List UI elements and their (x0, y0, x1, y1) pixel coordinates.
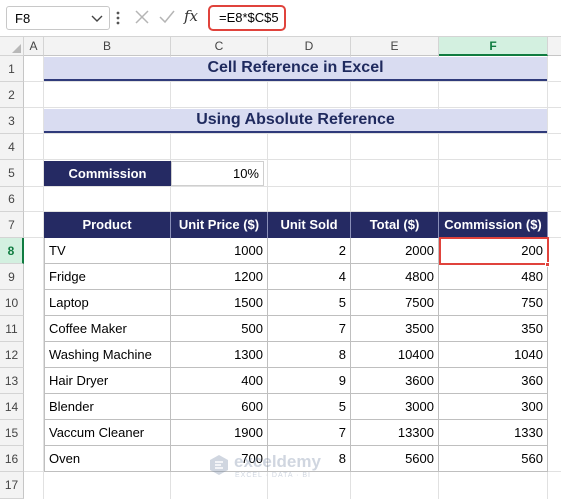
table-cell-unit-sold[interactable]: 7 (268, 420, 351, 446)
worksheet-grid[interactable]: A B C D E F 1 2 3 4 5 6 7 8 9 10 11 12 1… (0, 37, 561, 499)
column-header-a[interactable]: A (24, 37, 44, 56)
table-cell-unit-sold[interactable]: 5 (268, 290, 351, 316)
watermark-tagline: EXCEL · DATA · BI (235, 472, 311, 479)
table-cell-product[interactable]: Vaccum Cleaner (44, 420, 171, 446)
select-all-triangle-icon (12, 44, 21, 53)
gridline (24, 159, 561, 160)
insert-function-icon[interactable]: fx (184, 7, 198, 25)
table-cell-product[interactable]: Hair Dryer (44, 368, 171, 394)
table-header-total[interactable]: Total ($) (351, 212, 439, 238)
table-cell-unit-price[interactable]: 1300 (171, 342, 268, 368)
table-header-product[interactable]: Product (44, 212, 171, 238)
row-header-5[interactable]: 5 (0, 160, 24, 187)
row-header-17[interactable]: 17 (0, 472, 24, 499)
column-header-c[interactable]: C (171, 37, 268, 56)
formula-input[interactable]: =E8*$C$5 (208, 5, 286, 31)
table-cell-product[interactable]: TV (44, 238, 171, 264)
table-cell-unit-price[interactable]: 600 (171, 394, 268, 420)
table-cell-product[interactable]: Oven (44, 446, 171, 472)
cancel-icon[interactable] (134, 9, 150, 25)
table-cell-total[interactable]: 3500 (351, 316, 439, 342)
row-header-14[interactable]: 14 (0, 394, 24, 420)
enter-check-icon[interactable] (158, 9, 176, 25)
column-header-g[interactable] (548, 37, 561, 56)
table-cell-commission[interactable]: 480 (439, 264, 548, 290)
table-cell-unit-price[interactable]: 500 (171, 316, 268, 342)
table-cell-unit-sold[interactable]: 2 (268, 238, 351, 264)
table-cell-total[interactable]: 2000 (351, 238, 439, 264)
row-header-2[interactable]: 2 (0, 82, 24, 108)
table-cell-product[interactable]: Fridge (44, 264, 171, 290)
sheet-title[interactable]: Cell Reference in Excel (44, 57, 547, 81)
column-header-e[interactable]: E (351, 37, 439, 56)
row-header-6[interactable]: 6 (0, 187, 24, 212)
table-cell-total[interactable]: 3600 (351, 368, 439, 394)
table-header-unit-sold[interactable]: Unit Sold (268, 212, 351, 238)
table-cell-commission[interactable]: 560 (439, 446, 548, 472)
row-header-16[interactable]: 16 (0, 446, 24, 472)
table-cell-total[interactable]: 13300 (351, 420, 439, 446)
table-cell-commission[interactable]: 200 (439, 238, 548, 264)
select-all-button[interactable] (0, 37, 24, 56)
column-header-f[interactable]: F (439, 37, 548, 56)
gridline (24, 81, 561, 82)
name-box[interactable]: F8 (6, 6, 110, 30)
row-header-10[interactable]: 10 (0, 290, 24, 316)
chevron-down-icon[interactable] (91, 11, 103, 25)
table-cell-unit-price[interactable]: 400 (171, 368, 268, 394)
watermark-name: exceldemy (234, 452, 321, 471)
table-cell-product[interactable]: Laptop (44, 290, 171, 316)
table-cell-commission[interactable]: 300 (439, 394, 548, 420)
watermark: exceldemy EXCEL · DATA · BI (208, 450, 368, 486)
table-cell-product[interactable]: Blender (44, 394, 171, 420)
table-cell-commission[interactable]: 360 (439, 368, 548, 394)
sheet-subtitle[interactable]: Using Absolute Reference (44, 109, 547, 133)
gridline (24, 186, 561, 187)
table-cell-unit-sold[interactable]: 7 (268, 316, 351, 342)
table-cell-unit-price[interactable]: 1900 (171, 420, 268, 446)
row-header-11[interactable]: 11 (0, 316, 24, 342)
row-header-8[interactable]: 8 (0, 238, 24, 264)
table-cell-unit-sold[interactable]: 4 (268, 264, 351, 290)
table-cell-commission[interactable]: 1330 (439, 420, 548, 446)
gridline (24, 107, 561, 108)
row-header-7[interactable]: 7 (0, 212, 24, 238)
row-header-15[interactable]: 15 (0, 420, 24, 446)
table-cell-commission[interactable]: 750 (439, 290, 548, 316)
table-cell-unit-sold[interactable]: 9 (268, 368, 351, 394)
row-header-12[interactable]: 12 (0, 342, 24, 368)
table-cell-commission[interactable]: 350 (439, 316, 548, 342)
table-cell-unit-price[interactable]: 1200 (171, 264, 268, 290)
commission-value-cell[interactable]: 10% (171, 161, 264, 186)
column-header-d[interactable]: D (268, 37, 351, 56)
table-cell-unit-price[interactable]: 1000 (171, 238, 268, 264)
table-header-commission[interactable]: Commission ($) (439, 212, 548, 238)
row-header-13[interactable]: 13 (0, 368, 24, 394)
table-cell-total[interactable]: 10400 (351, 342, 439, 368)
exceldemy-logo-icon (210, 455, 228, 475)
table-cell-total[interactable]: 7500 (351, 290, 439, 316)
gridline (24, 133, 561, 134)
table-cell-unit-sold[interactable]: 8 (268, 342, 351, 368)
table-cell-unit-sold[interactable]: 5 (268, 394, 351, 420)
column-header-b[interactable]: B (44, 37, 171, 56)
table-header-unit-price[interactable]: Unit Price ($) (171, 212, 268, 238)
formula-bar: F8 fx =E8*$C$5 (0, 0, 561, 37)
table-cell-product[interactable]: Coffee Maker (44, 316, 171, 342)
more-options-icon[interactable] (116, 11, 120, 25)
table-cell-commission[interactable]: 1040 (439, 342, 548, 368)
commission-label-cell[interactable]: Commission (44, 161, 171, 186)
row-header-3[interactable]: 3 (0, 108, 24, 134)
table-cell-unit-price[interactable]: 1500 (171, 290, 268, 316)
row-header-9[interactable]: 9 (0, 264, 24, 290)
row-header-1[interactable]: 1 (0, 56, 24, 82)
table-cell-total[interactable]: 4800 (351, 264, 439, 290)
row-header-4[interactable]: 4 (0, 134, 24, 160)
table-cell-total[interactable]: 3000 (351, 394, 439, 420)
name-box-value: F8 (15, 11, 31, 26)
table-cell-product[interactable]: Washing Machine (44, 342, 171, 368)
fill-handle[interactable] (545, 262, 550, 267)
